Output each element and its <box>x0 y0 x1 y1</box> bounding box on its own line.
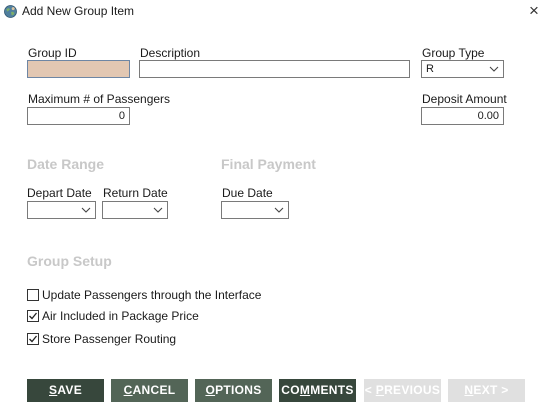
store-routing-option[interactable]: Store Passenger Routing <box>27 331 176 347</box>
group-id-input[interactable] <box>27 60 130 78</box>
return-date-picker[interactable] <box>102 201 168 219</box>
due-date-label: Due Date <box>222 186 273 200</box>
chevron-down-icon <box>489 66 499 72</box>
cancel-button[interactable]: CANCEL <box>111 379 188 402</box>
checkmark-icon <box>29 312 38 320</box>
group-type-select[interactable]: R <box>421 60 504 78</box>
depart-date-label: Depart Date <box>27 186 92 200</box>
group-type-label: Group Type <box>422 46 485 60</box>
group-id-label: Group ID <box>28 46 77 60</box>
save-button[interactable]: SAVE <box>27 379 104 402</box>
depart-date-picker[interactable] <box>27 201 96 219</box>
description-label: Description <box>140 46 201 60</box>
store-routing-checkbox[interactable] <box>27 333 39 345</box>
window-title: Add New Group Item <box>22 4 135 18</box>
update-passengers-label: Update Passengers through the Interface <box>42 288 262 302</box>
group-setup-heading: Group Setup <box>27 253 112 269</box>
title-bar: Add New Group Item × <box>0 0 547 24</box>
deposit-amount-input[interactable]: 0.00 <box>421 107 504 125</box>
options-button[interactable]: OPTIONS <box>195 379 272 402</box>
chevron-down-icon <box>81 207 91 213</box>
globe-user-icon <box>4 5 17 18</box>
group-type-value: R <box>426 63 434 75</box>
chevron-down-icon <box>274 207 284 213</box>
air-included-option[interactable]: Air Included in Package Price <box>27 308 199 324</box>
comments-button[interactable]: COMMENTS <box>279 379 356 402</box>
air-included-checkbox[interactable] <box>27 310 39 322</box>
previous-button: < PREVIOUS <box>364 379 441 402</box>
deposit-amount-label: Deposit Amount <box>422 92 507 106</box>
next-button: NEXT > <box>448 379 525 402</box>
checkmark-icon <box>29 335 38 343</box>
chevron-down-icon <box>153 207 163 213</box>
max-passengers-label: Maximum # of Passengers <box>28 92 171 106</box>
date-range-heading: Date Range <box>27 156 105 172</box>
final-payment-heading: Final Payment <box>221 156 316 172</box>
due-date-picker[interactable] <box>221 201 289 219</box>
update-passengers-checkbox[interactable] <box>27 289 39 301</box>
store-routing-label: Store Passenger Routing <box>42 332 177 346</box>
description-input[interactable] <box>139 60 410 78</box>
max-passengers-input[interactable]: 0 <box>27 107 130 125</box>
close-icon[interactable]: × <box>524 1 544 21</box>
return-date-label: Return Date <box>103 186 168 200</box>
air-included-label: Air Included in Package Price <box>42 309 199 323</box>
update-passengers-option[interactable]: Update Passengers through the Interface <box>27 287 261 303</box>
